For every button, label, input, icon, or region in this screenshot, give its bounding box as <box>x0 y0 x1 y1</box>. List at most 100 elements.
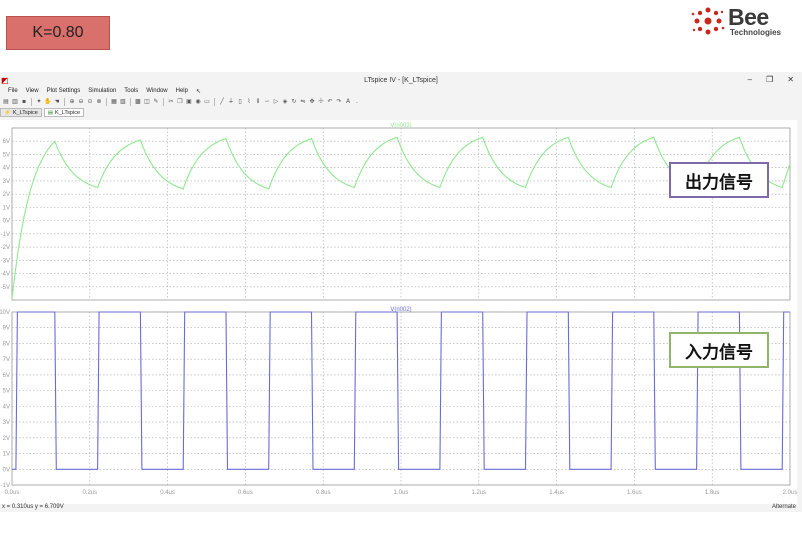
x-tick-label: 0.4us <box>160 490 175 496</box>
cascade-icon[interactable]: ◫ <box>143 98 151 106</box>
x-tick-label: 1.6us <box>627 490 642 496</box>
input-signal-label: 入力信号 <box>669 332 769 368</box>
open-icon[interactable]: ▤ <box>2 98 10 106</box>
tab-schematic[interactable]: ⚡ K_LTspice <box>0 108 42 117</box>
input-y-tick-label: 1V <box>3 452 10 458</box>
x-tick-label: 1.0us <box>394 490 409 496</box>
menu-bar: File View Plot Settings Simulation Tools… <box>0 86 802 96</box>
rotate-icon[interactable]: ↻ <box>290 98 298 106</box>
drag-icon[interactable]: ☩ <box>317 98 325 106</box>
minimize-button[interactable]: – <box>748 75 752 84</box>
toolbar-separator <box>64 97 65 106</box>
cursor-pointer-icon: ↖ <box>195 88 202 95</box>
output-trace-name: V(n003) <box>390 123 411 129</box>
find-icon[interactable]: ◉ <box>194 98 202 106</box>
label-icon[interactable]: ▯ <box>236 98 244 106</box>
output-y-tick-label: -3V <box>1 258 10 264</box>
new-schematic-icon[interactable]: ▥ <box>11 98 19 106</box>
halt-icon[interactable]: ✋ <box>44 98 52 106</box>
input-y-tick-label: 0V <box>3 467 10 473</box>
input-y-tick-label: 7V <box>3 357 10 363</box>
output-y-tick-label: 1V <box>3 205 10 211</box>
resistor-icon[interactable]: ⌇ <box>245 98 253 106</box>
copy-icon[interactable]: ❐ <box>176 98 184 106</box>
input-y-tick-label: -1V <box>1 483 10 489</box>
menu-plot-settings[interactable]: Plot Settings <box>47 88 81 94</box>
x-tick-label: 1.2us <box>471 490 486 496</box>
menu-tools[interactable]: Tools <box>124 88 138 94</box>
restore-button[interactable]: ❐ <box>766 75 773 84</box>
grid-icon[interactable]: ▧ <box>119 98 127 106</box>
x-tick-label: 0.6us <box>238 490 253 496</box>
input-y-tick-label: 10V <box>0 310 10 316</box>
tile-icon[interactable]: ▩ <box>134 98 142 106</box>
window-title: LTspice IV - [K_LTspice] <box>364 77 438 84</box>
diode-icon[interactable]: ▷ <box>272 98 280 106</box>
output-y-tick-label: 5V <box>3 152 10 158</box>
x-tick-label: 1.4us <box>549 490 564 496</box>
text-icon[interactable]: A <box>344 98 352 106</box>
output-y-tick-label: -1V <box>1 232 10 238</box>
paste-icon[interactable]: ▣ <box>185 98 193 106</box>
trace-mode: Alternate <box>771 504 796 510</box>
input-y-tick-label: 8V <box>3 341 10 347</box>
input-y-tick-label: 3V <box>3 420 10 426</box>
spice-directive-icon[interactable]: . <box>353 98 361 106</box>
toolbar-separator <box>31 97 32 106</box>
x-tick-label: 2.0us <box>783 490 797 496</box>
run-icon[interactable]: ✦ <box>35 98 43 106</box>
zoom-out-icon[interactable]: ⊖ <box>77 98 85 106</box>
output-y-tick-label: -5V <box>1 285 10 291</box>
tab-label: K_LTspice <box>12 109 38 116</box>
waveform-icon: ▤ <box>47 109 54 116</box>
toolbar-separator <box>130 97 131 106</box>
x-tick-label: 1.8us <box>705 490 720 496</box>
mirror-icon[interactable]: ⇋ <box>299 98 307 106</box>
input-y-tick-label: 5V <box>3 389 10 395</box>
ground-icon[interactable]: ⏚ <box>227 98 235 106</box>
menu-help[interactable]: Help <box>176 88 188 94</box>
zoom-fit-icon[interactable]: ⊙ <box>86 98 94 106</box>
print-icon[interactable]: ▭ <box>203 98 211 106</box>
cut-icon[interactable]: ✂ <box>167 98 175 106</box>
bee-logo-icon <box>691 7 725 35</box>
output-y-tick-label: 3V <box>3 179 10 185</box>
probe-icon[interactable]: ✎ <box>152 98 160 106</box>
output-y-tick-label: 6V <box>3 139 10 145</box>
redo-icon[interactable]: ↷ <box>335 98 343 106</box>
menu-file[interactable]: File <box>8 88 18 94</box>
input-y-tick-label: 4V <box>3 404 10 410</box>
zoom-cancel-icon[interactable]: ⊗ <box>95 98 103 106</box>
x-tick-label: 0.2us <box>82 490 97 496</box>
cursor-readout: x = 0.310us y = 6.709V <box>2 504 64 510</box>
logo-text-main: Bee <box>728 4 769 30</box>
x-tick-label: 0.0us <box>5 490 20 496</box>
menu-view[interactable]: View <box>26 88 39 94</box>
save-icon[interactable]: ▪ <box>20 98 28 106</box>
wire-icon[interactable]: ╱ <box>218 98 226 106</box>
pan-icon[interactable]: ☚ <box>53 98 61 106</box>
zoom-in-icon[interactable]: ⊕ <box>68 98 76 106</box>
menu-window[interactable]: Window <box>146 88 167 94</box>
output-signal-label: 出力信号 <box>669 162 769 198</box>
move-icon[interactable]: ✥ <box>308 98 316 106</box>
output-y-tick-label: -4V <box>1 272 10 278</box>
menu-simulation[interactable]: Simulation <box>88 88 116 94</box>
tab-waveform[interactable]: ▤ K_LTspice <box>43 108 84 117</box>
component-icon[interactable]: ◈ <box>281 98 289 106</box>
status-bar: x = 0.310us y = 6.709V Alternate <box>0 502 802 512</box>
capacitor-icon[interactable]: ⫴ <box>254 98 262 106</box>
undo-icon[interactable]: ↶ <box>326 98 334 106</box>
input-y-tick-label: 6V <box>3 373 10 379</box>
autorange-icon[interactable]: ▦ <box>110 98 118 106</box>
inductor-icon[interactable]: ∽ <box>263 98 271 106</box>
document-tabs: ⚡ K_LTspice ▤ K_LTspice <box>0 108 84 117</box>
output-y-tick-label: 4V <box>3 166 10 172</box>
output-y-tick-label: -2V <box>1 245 10 251</box>
toolbar-separator <box>106 97 107 106</box>
output-y-tick-label: 2V <box>3 192 10 198</box>
input-y-tick-label: 9V <box>3 326 10 332</box>
output-y-tick-label: 0V <box>3 219 10 225</box>
window-controls: – ❐ ✕ <box>748 75 794 84</box>
close-button[interactable]: ✕ <box>787 75 794 84</box>
